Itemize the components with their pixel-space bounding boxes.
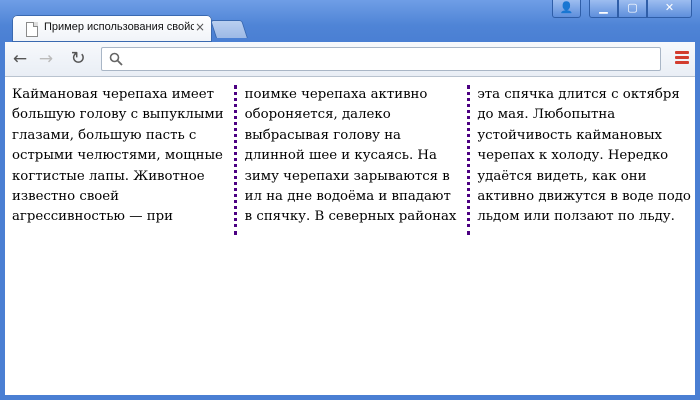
reload-icon[interactable]: ↻ — [68, 49, 88, 69]
browser-window: Пример использования свойства column-rul… — [0, 0, 700, 400]
new-tab-button[interactable] — [210, 20, 248, 38]
back-arrow-icon[interactable]: ← — [10, 49, 30, 69]
maximize-button[interactable]: ▢ — [618, 0, 647, 18]
forward-arrow-icon[interactable]: → — [36, 49, 56, 69]
title-bar: Пример использования свойства column-rul… — [0, 0, 700, 42]
article-paragraph: Каймановая черепаха имеет большую голову… — [12, 87, 691, 225]
close-window-button[interactable]: ✕ — [647, 0, 692, 18]
address-bar[interactable] — [101, 47, 661, 71]
user-icon[interactable]: 👤 — [552, 0, 581, 18]
multicolumn-text: Каймановая черепаха имеет большую голову… — [12, 85, 692, 235]
close-tab-icon[interactable]: × — [194, 20, 206, 34]
page-icon — [26, 22, 38, 37]
browser-toolbar: ← → ↻ — [5, 42, 695, 77]
page-viewport: Каймановая черепаха имеет большую голову… — [5, 77, 695, 395]
menu-icon[interactable] — [675, 51, 689, 65]
search-icon — [109, 52, 123, 66]
window-controls: 👤 ▁ ▢ ✕ — [552, 0, 692, 20]
browser-tab[interactable]: Пример использования свойства column-rul… — [12, 15, 212, 42]
tab-title: Пример использования свойства column-rul… — [44, 21, 194, 33]
minimize-button[interactable]: ▁ — [589, 0, 618, 18]
